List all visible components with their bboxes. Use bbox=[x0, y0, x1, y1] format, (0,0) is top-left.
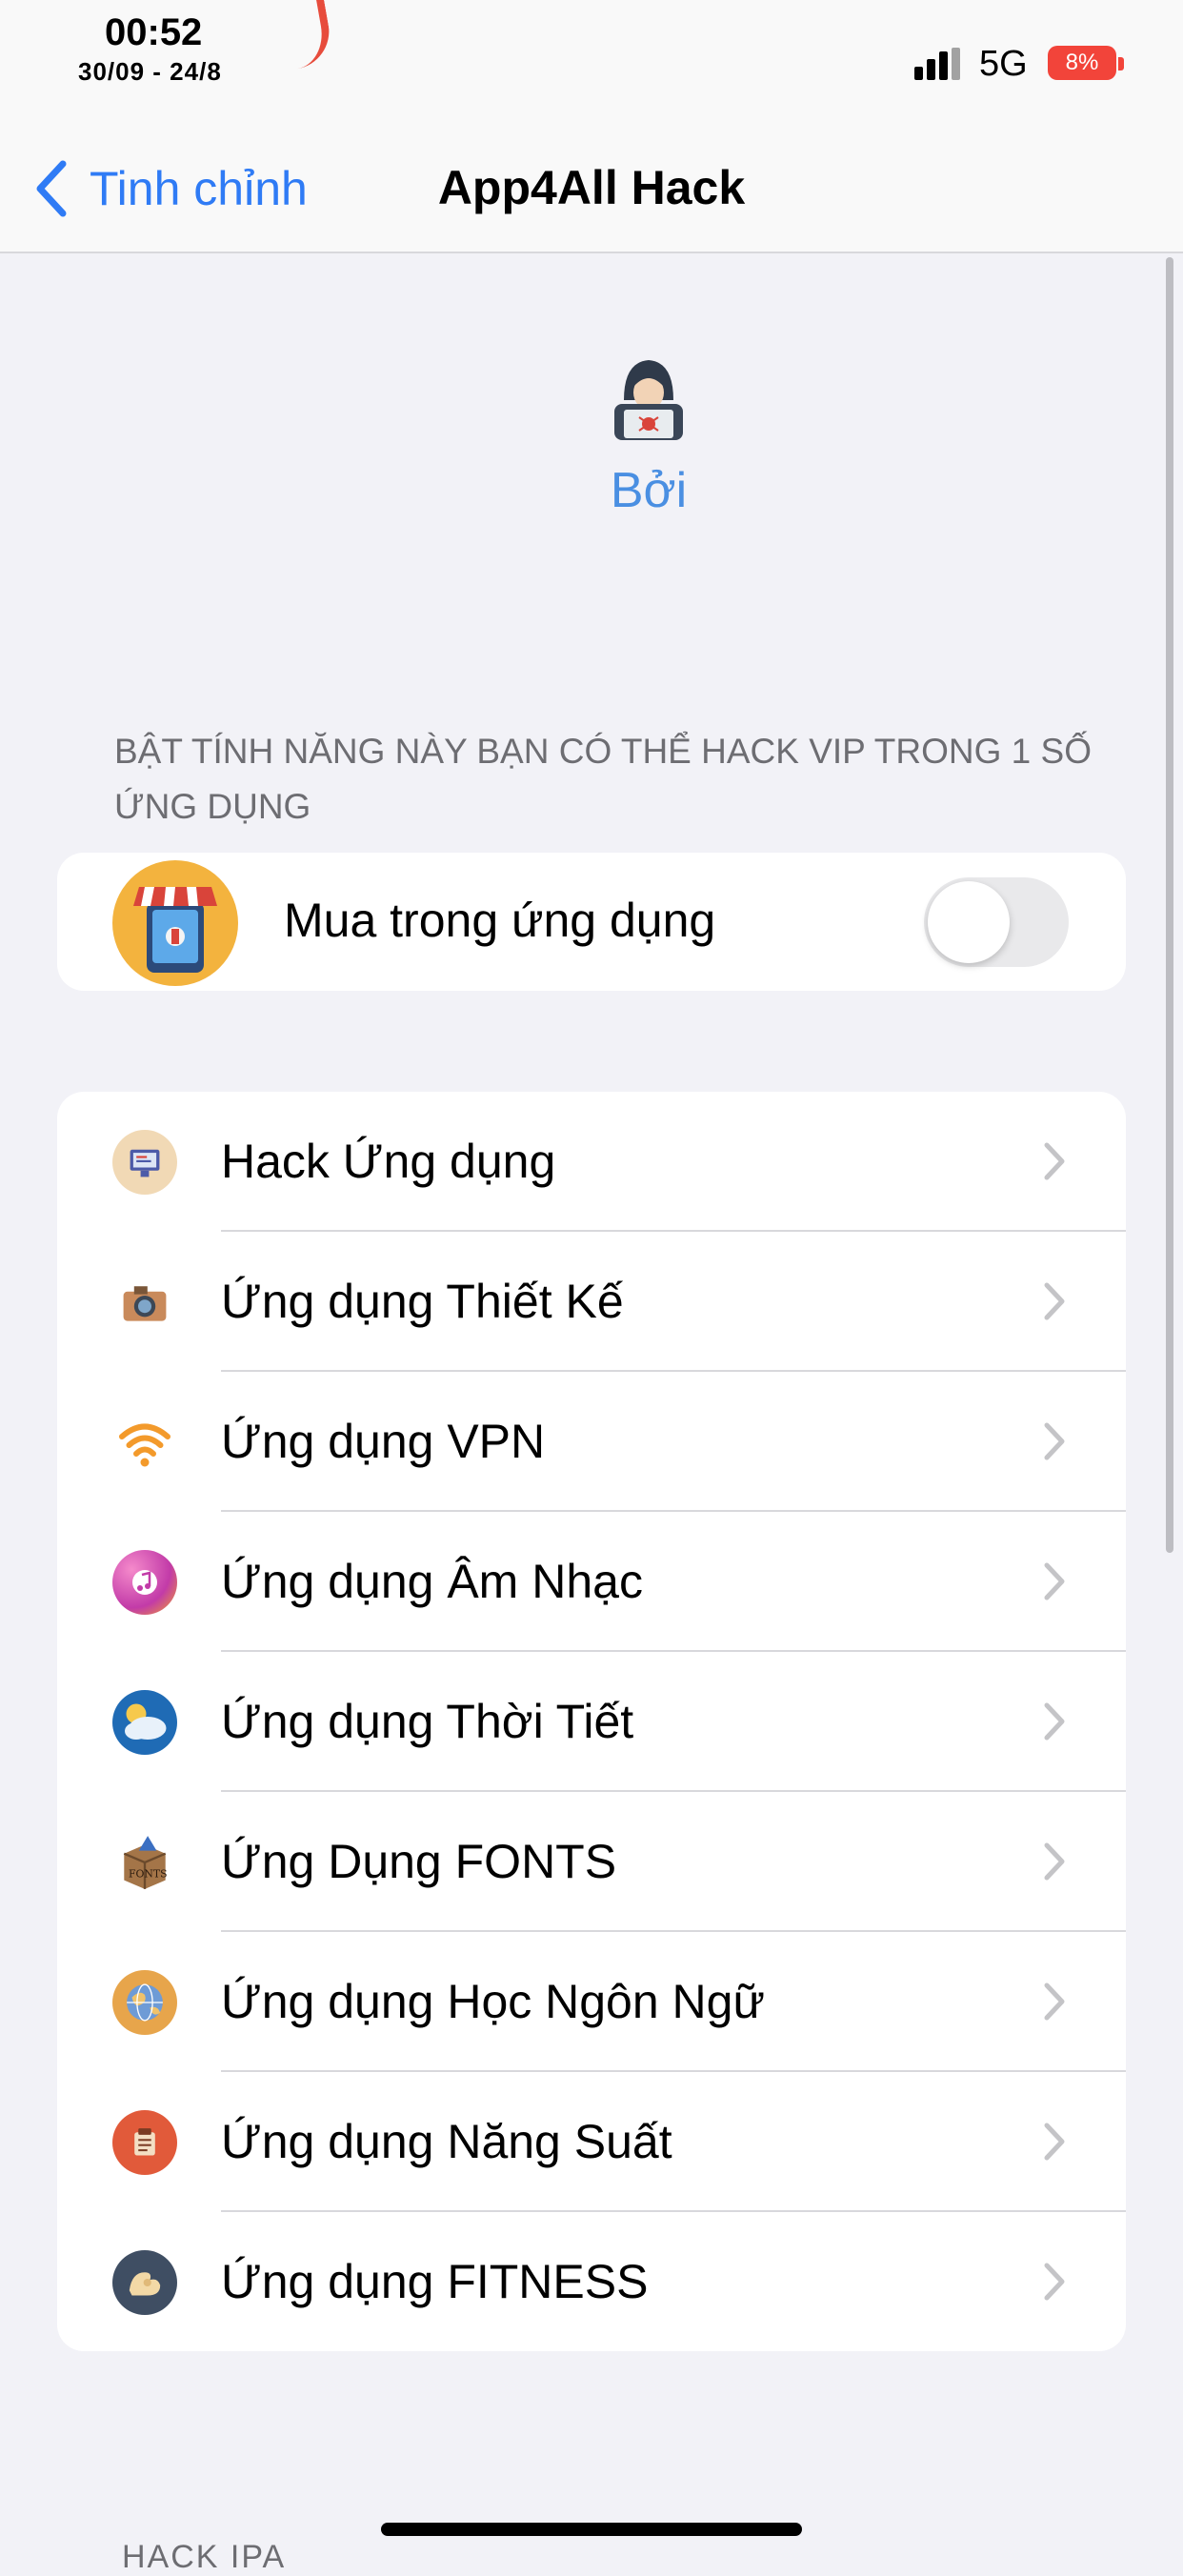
in-app-purchase-toggle[interactable] bbox=[924, 877, 1069, 967]
navigation-bar: App4All Hack Tinh chỉnh bbox=[0, 126, 1183, 253]
list-item-label: Ứng dụng Thời Tiết bbox=[221, 1695, 634, 1748]
music-icon bbox=[112, 1550, 177, 1615]
list-item-productivity-apps[interactable]: Ứng dụng Năng Suất bbox=[57, 2072, 1126, 2212]
recording-indicator bbox=[278, 0, 335, 70]
chevron-left-icon bbox=[36, 160, 67, 217]
back-button[interactable]: Tinh chỉnh bbox=[34, 158, 308, 219]
list-item-label: Hack Ứng dụng bbox=[221, 1135, 556, 1188]
list-item-design-apps[interactable]: Ứng dụng Thiết Kế bbox=[57, 1232, 1126, 1372]
section-caption-partial: HACK IPA bbox=[122, 2539, 287, 2575]
in-app-purchase-label: Mua trong ứng dụng bbox=[284, 894, 716, 947]
status-date: 30/09 - 24/8 bbox=[78, 57, 222, 86]
list-item-label: Ứng dụng Năng Suất bbox=[221, 2115, 672, 2168]
globe-icon bbox=[112, 1970, 177, 2035]
wifi-icon bbox=[112, 1410, 177, 1475]
list-item-language-apps[interactable]: Ứng dụng Học Ngôn Ngữ bbox=[57, 1932, 1126, 2072]
chevron-right-icon bbox=[1044, 1562, 1065, 1600]
hacker-icon bbox=[614, 360, 683, 440]
fitness-icon bbox=[112, 2250, 177, 2315]
section-caption: BẬT TÍNH NĂNG NÀY BẠN CÓ THỂ HACK VIP TR… bbox=[114, 732, 1092, 826]
list-item-label: Ứng dụng VPN bbox=[221, 1415, 546, 1468]
camera-icon bbox=[112, 1270, 177, 1335]
chevron-right-icon bbox=[1044, 1842, 1065, 1881]
weather-icon bbox=[112, 1690, 177, 1755]
chevron-right-icon bbox=[1044, 2123, 1065, 2161]
list-item-vpn-apps[interactable]: Ứng dụng VPN bbox=[57, 1372, 1126, 1512]
chevron-right-icon bbox=[1044, 1422, 1065, 1460]
list-item-label: Ứng dụng Học Ngôn Ngữ bbox=[221, 1975, 765, 2028]
back-button-label: Tinh chỉnh bbox=[90, 162, 308, 215]
in-app-purchase-row: Mua trong ứng dụng bbox=[57, 853, 1126, 991]
battery-indicator: 8% bbox=[1048, 46, 1116, 80]
status-time: 00:52 bbox=[105, 11, 203, 53]
svg-text:FONTS: FONTS bbox=[129, 1868, 168, 1881]
home-indicator[interactable] bbox=[381, 2523, 802, 2536]
chevron-right-icon bbox=[1044, 2263, 1065, 2301]
store-icon bbox=[112, 860, 238, 986]
scrollbar[interactable] bbox=[1166, 257, 1173, 1553]
list-item-music-apps[interactable]: Ứng dụng Âm Nhạc bbox=[57, 1512, 1126, 1652]
chevron-right-icon bbox=[1044, 1982, 1065, 2021]
list-item-fitness-apps[interactable]: Ứng dụng FITNESS bbox=[57, 2212, 1126, 2352]
chevron-right-icon bbox=[1044, 1702, 1065, 1741]
battery-tip bbox=[1118, 57, 1124, 70]
network-type: 5G bbox=[979, 44, 1028, 84]
toggle-knob bbox=[928, 881, 1010, 963]
list-item-label: Ứng dụng Âm Nhạc bbox=[221, 1555, 643, 1608]
productivity-icon bbox=[112, 2110, 177, 2175]
fonts-box-icon: FONTS bbox=[112, 1830, 177, 1895]
list-item-weather-apps[interactable]: Ứng dụng Thời Tiết bbox=[57, 1652, 1126, 1792]
app-category-list: Hack Ứng dụng Ứng dụng Thiết Kế Ứng dụng… bbox=[57, 1092, 1126, 2351]
signal-strength-icon bbox=[914, 48, 960, 80]
list-item-fonts-apps[interactable]: FONTS Ứng Dụng FONTS bbox=[57, 1792, 1126, 1932]
status-bar: 00:52 30/09 - 24/8 5G 8% bbox=[0, 0, 1183, 126]
author-link[interactable]: Bởi bbox=[0, 462, 1183, 519]
list-item-label: Ứng dụng Thiết Kế bbox=[221, 1275, 624, 1328]
chevron-right-icon bbox=[1044, 1142, 1065, 1180]
computer-icon bbox=[112, 1130, 177, 1195]
chevron-right-icon bbox=[1044, 1282, 1065, 1320]
list-item-hack-apps[interactable]: Hack Ứng dụng bbox=[57, 1092, 1126, 1232]
list-item-label: Ứng Dụng FONTS bbox=[221, 1835, 617, 1888]
list-item-label: Ứng dụng FITNESS bbox=[221, 2255, 649, 2308]
